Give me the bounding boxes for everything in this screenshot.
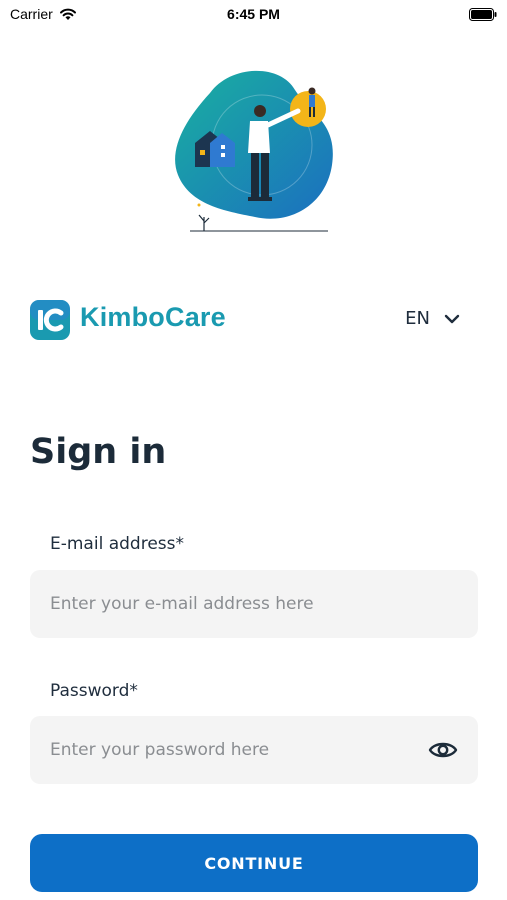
page-title: Sign in [30,432,167,472]
language-selected: EN [405,308,430,329]
status-time: 6:45 PM [227,6,280,22]
email-field-container [30,570,478,638]
password-field[interactable] [50,716,430,784]
hero-illustration [175,70,333,232]
password-field-container [30,716,478,784]
brand-name: KimboCare [80,302,226,332]
email-label: E-mail address* [50,534,184,554]
kimbocare-logo-icon [30,300,70,340]
email-field[interactable] [50,570,430,638]
chevron-down-icon [444,314,460,323]
continue-button[interactable]: CONTINUE [30,834,478,892]
brand-row: KimboCare EN [30,298,470,342]
password-label: Password* [50,681,138,701]
battery-icon [469,8,497,21]
status-bar: Carrier 6:45 PM [0,0,507,30]
language-selector[interactable]: EN [405,308,460,329]
eye-icon[interactable] [428,740,458,760]
